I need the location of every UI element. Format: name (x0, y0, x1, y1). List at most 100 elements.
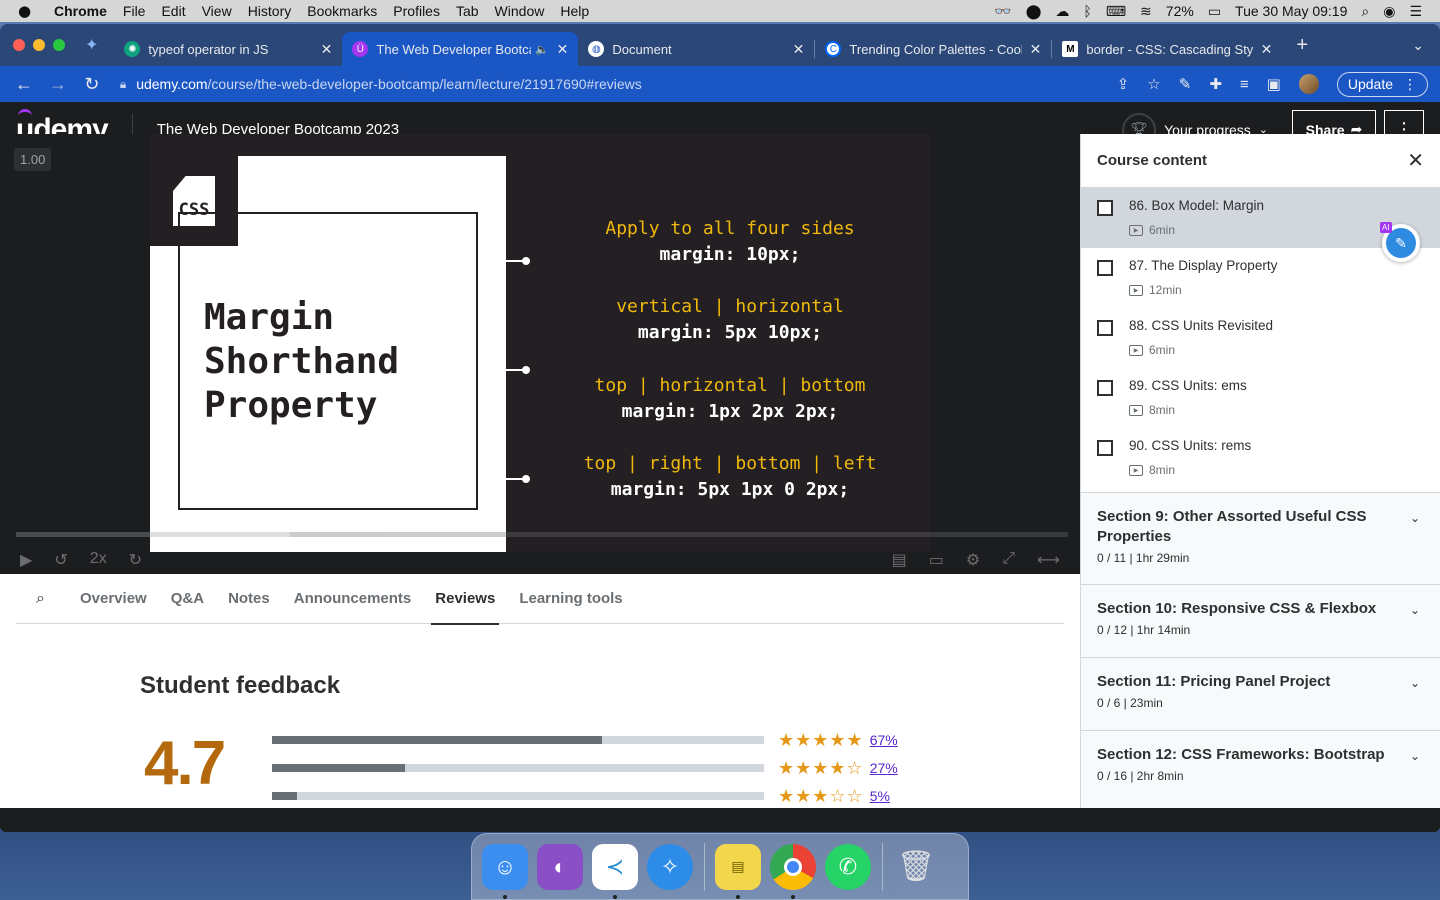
new-tab-icon[interactable]: + (1296, 34, 1308, 57)
stickies-icon[interactable]: ▤ (715, 843, 761, 899)
finder-icon[interactable]: ☺ (482, 843, 528, 899)
spotlight-search-icon[interactable]: ⌕ (1361, 3, 1369, 20)
safari-icon[interactable]: ✧ (647, 843, 693, 890)
rewind-icon[interactable]: ↺ (54, 550, 67, 570)
bookmark-star-icon[interactable]: ☆ (1147, 75, 1160, 93)
bluetooth-icon[interactable]: ᛒ (1083, 3, 1091, 19)
close-tab-icon[interactable]: ✕ (1030, 41, 1042, 58)
captions-icon[interactable]: ▭ (929, 550, 944, 570)
section-header[interactable]: Section 12: CSS Frameworks: Bootstrap 0 … (1081, 730, 1440, 808)
site-info-icon[interactable]: 🔒︎ (120, 77, 126, 92)
menu-app-name[interactable]: Chrome (54, 3, 107, 19)
reading-list-icon[interactable]: ≡ (1240, 76, 1249, 93)
menu-profiles[interactable]: Profiles (393, 3, 440, 19)
close-tab-icon[interactable]: ✕ (1261, 41, 1273, 58)
playback-rate-button[interactable]: 2x (90, 550, 107, 570)
lecture-item[interactable]: 89. CSS Units: ems ▶ 8min (1081, 368, 1440, 428)
lecture-checkbox[interactable] (1097, 380, 1113, 396)
expand-icon[interactable]: ⟷ (1037, 550, 1060, 570)
control-center-icon[interactable]: ☰ (1409, 3, 1422, 20)
lecture-item[interactable]: 88. CSS Units Revisited ▶ 6min (1081, 308, 1440, 368)
play-icon[interactable]: ▶ (20, 550, 32, 570)
record-icon[interactable]: ⬤ (1026, 3, 1042, 20)
rating-bar[interactable] (272, 792, 764, 800)
tab-search-chevron-icon[interactable]: ⌄ (1412, 37, 1424, 54)
fullscreen-icon[interactable]: ⤢ (1002, 550, 1015, 570)
lecture-item[interactable]: 87. The Display Property ▶ 12min (1081, 248, 1440, 308)
close-window-button[interactable] (13, 39, 25, 51)
chrome-icon[interactable] (770, 843, 816, 899)
keyboard-icon[interactable]: ⌨ (1106, 3, 1126, 20)
rating-bar[interactable] (272, 736, 764, 744)
tab-web-developer-bootcamp[interactable]: Ü The Web Developer Bootca 🔈 ✕ (342, 32, 579, 66)
tab-document[interactable]: ◍ Document ✕ (578, 32, 814, 66)
extensions-puzzle-icon[interactable]: ✚ (1209, 75, 1222, 93)
glasses-icon[interactable]: 👓 (994, 3, 1011, 20)
tab-overview[interactable]: Overview (80, 574, 147, 624)
close-tab-icon[interactable]: ✕ (321, 41, 333, 58)
close-icon[interactable]: ✕ (1407, 148, 1424, 173)
menu-edit[interactable]: Edit (161, 3, 185, 19)
audio-playing-icon[interactable]: 🔈 (535, 43, 549, 56)
back-icon[interactable]: ← (14, 74, 34, 95)
tab-reviews[interactable]: Reviews (431, 574, 500, 625)
siri-icon[interactable]: ◉ (1383, 3, 1395, 20)
menu-bookmarks[interactable]: Bookmarks (307, 3, 377, 19)
lecture-checkbox[interactable] (1097, 260, 1113, 276)
address-bar[interactable]: 🔒︎ udemy.com/course/the-web-developer-bo… (120, 70, 1117, 98)
menu-view[interactable]: View (202, 3, 232, 19)
lecture-checkbox[interactable] (1097, 200, 1113, 216)
tab-notes[interactable]: Notes (228, 574, 270, 624)
share-page-icon[interactable]: ⇪ (1117, 75, 1130, 93)
minimize-window-button[interactable] (33, 39, 45, 51)
tab-coolors[interactable]: C Trending Color Palettes - Coolo ✕ (815, 32, 1051, 66)
github-desktop-icon[interactable]: ◐ (537, 843, 583, 890)
battery-icon[interactable]: ▭ (1208, 3, 1221, 20)
search-icon[interactable]: ⌕ (16, 590, 56, 608)
menu-tab[interactable]: Tab (456, 3, 479, 19)
side-panel-icon[interactable]: ▣ (1267, 75, 1281, 93)
gemini-sparkle-icon[interactable]: ✦ (85, 35, 98, 55)
trash-icon[interactable]: 🗑︎ (893, 844, 939, 890)
forward-icon[interactable]: ↻ (129, 550, 142, 570)
rating-bar[interactable] (272, 764, 764, 772)
menu-file[interactable]: File (123, 3, 146, 19)
forward-icon[interactable]: → (48, 74, 68, 95)
cloud-icon[interactable]: ☁ (1055, 3, 1069, 20)
menu-window[interactable]: Window (495, 3, 545, 19)
video-progress-bar[interactable] (16, 532, 1068, 537)
tab-announcements[interactable]: Announcements (294, 574, 412, 624)
tab-learning-tools[interactable]: Learning tools (519, 574, 622, 624)
section-header[interactable]: Section 9: Other Assorted Useful CSS Pro… (1081, 492, 1440, 584)
whatsapp-icon[interactable]: ✆ (825, 843, 871, 890)
lecture-item[interactable]: 90. CSS Units: rems ▶ 8min (1081, 428, 1440, 492)
menubar-clock[interactable]: Tue 30 May 09:19 (1235, 3, 1347, 19)
rating-percent-link[interactable]: 5% (870, 788, 890, 804)
tab-typeof-operator[interactable]: ✺ typeof operator in JS ✕ (114, 32, 342, 66)
tab-qa[interactable]: Q&A (171, 574, 204, 624)
lecture-checkbox[interactable] (1097, 320, 1113, 336)
apple-menu-icon[interactable]: ● (18, 2, 40, 20)
settings-gear-icon[interactable]: ⚙ (966, 550, 980, 570)
menu-history[interactable]: History (248, 3, 292, 19)
zoom-window-button[interactable] (53, 39, 65, 51)
battery-percent[interactable]: 72% (1166, 3, 1194, 19)
section-header[interactable]: Section 10: Responsive CSS & Flexbox 0 /… (1081, 584, 1440, 657)
lecture-item[interactable]: 86. Box Model: Margin ▶ 6min AI ✎ (1081, 188, 1440, 262)
video-player[interactable]: 1.00 CSS Margin Shorthand Property Apply… (0, 134, 1080, 574)
close-tab-icon[interactable]: ✕ (557, 41, 569, 58)
rating-percent-link[interactable]: 27% (870, 760, 898, 776)
tab-mdn-border[interactable]: M border - CSS: Cascading Style ✕ (1052, 32, 1282, 66)
close-tab-icon[interactable]: ✕ (793, 41, 805, 58)
menu-help[interactable]: Help (560, 3, 589, 19)
pen-extension-icon[interactable]: ✎ (1179, 75, 1192, 93)
lecture-checkbox[interactable] (1097, 440, 1113, 456)
vscode-icon[interactable]: ≺ (592, 843, 638, 899)
reload-icon[interactable]: ↻ (82, 74, 102, 95)
update-button[interactable]: Update ⋮ (1336, 71, 1428, 97)
profile-avatar[interactable] (1298, 74, 1319, 94)
rating-percent-link[interactable]: 67% (870, 732, 898, 748)
wifi-icon[interactable]: ≋ (1140, 3, 1152, 20)
bookmark-icon[interactable]: ▤ (892, 550, 907, 570)
section-header[interactable]: Section 11: Pricing Panel Project 0 / 6 … (1081, 657, 1440, 730)
